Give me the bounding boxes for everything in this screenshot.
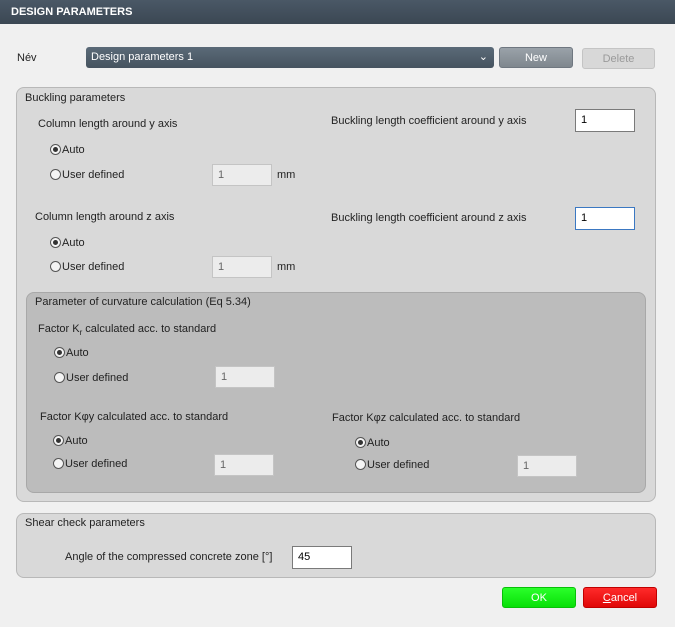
kphiy-input[interactable]: 1 (214, 454, 274, 476)
kphiz-input[interactable]: 1 (517, 455, 577, 477)
factor-kphiz-label: Factor Kφz calculated acc. to standard (332, 412, 521, 424)
kphiy-user-defined-label: User defined (65, 458, 128, 470)
kphiy-user-defined-radio[interactable] (53, 458, 64, 469)
kr-auto-label: Auto (66, 347, 89, 359)
curvature-title: Parameter of curvature calculation (Eq 5… (35, 296, 251, 308)
kphiy-auto-radio[interactable] (53, 435, 64, 446)
window-title: DESIGN PARAMETERS (0, 0, 675, 24)
column-z-auto-radio[interactable] (50, 237, 61, 248)
new-button[interactable]: New (499, 47, 573, 68)
buckling-coef-y-label: Buckling length coefficient around y axi… (331, 115, 527, 127)
column-z-unit: mm (277, 261, 296, 273)
name-label: Név (17, 52, 37, 64)
cancel-button[interactable]: Cancel (583, 587, 657, 608)
column-y-user-defined-label: User defined (62, 169, 125, 181)
column-y-auto-label: Auto (62, 144, 85, 156)
column-z-user-defined-radio[interactable] (50, 261, 61, 272)
ok-button[interactable]: OK (502, 587, 576, 608)
kphiz-auto-label: Auto (367, 437, 390, 449)
kr-user-defined-label: User defined (66, 372, 129, 384)
column-y-length-input[interactable]: 1 (212, 164, 272, 186)
kr-user-defined-radio[interactable] (54, 372, 65, 383)
kphiy-auto-label: Auto (65, 435, 88, 447)
select-value: Design parameters 1 (91, 51, 194, 63)
buckling-coef-y-input[interactable]: 1 (575, 109, 635, 132)
chevron-down-icon: ⌄ (478, 51, 488, 63)
kphiz-user-defined-label: User defined (367, 459, 430, 471)
design-parameters-select[interactable]: Design parameters 1 ⌄ (86, 47, 494, 68)
angle-input[interactable]: 45 (292, 546, 352, 569)
buckling-coef-z-input[interactable]: 1 (575, 207, 635, 230)
buckling-coef-z-label: Buckling length coefficient around z axi… (331, 212, 527, 224)
column-z-auto-label: Auto (62, 237, 85, 249)
delete-button[interactable]: Delete (582, 48, 655, 69)
kr-input[interactable]: 1 (215, 366, 275, 388)
shear-check-title: Shear check parameters (25, 517, 145, 529)
factor-kr-label: Factor Kr calculated acc. to standard (38, 323, 217, 338)
column-y-auto-radio[interactable] (50, 144, 61, 155)
kphiz-user-defined-radio[interactable] (355, 459, 366, 470)
column-length-y-label: Column length around y axis (38, 118, 178, 130)
buckling-parameters-title: Buckling parameters (25, 92, 126, 104)
column-z-length-input[interactable]: 1 (212, 256, 272, 278)
column-y-user-defined-radio[interactable] (50, 169, 61, 180)
kphiz-auto-radio[interactable] (355, 437, 366, 448)
column-z-user-defined-label: User defined (62, 261, 125, 273)
column-y-unit: mm (277, 169, 296, 181)
column-length-z-label: Column length around z axis (35, 211, 175, 223)
kr-auto-radio[interactable] (54, 347, 65, 358)
angle-label: Angle of the compressed concrete zone [°… (65, 551, 273, 563)
factor-kphiy-label: Factor Kφy calculated acc. to standard (40, 411, 229, 423)
